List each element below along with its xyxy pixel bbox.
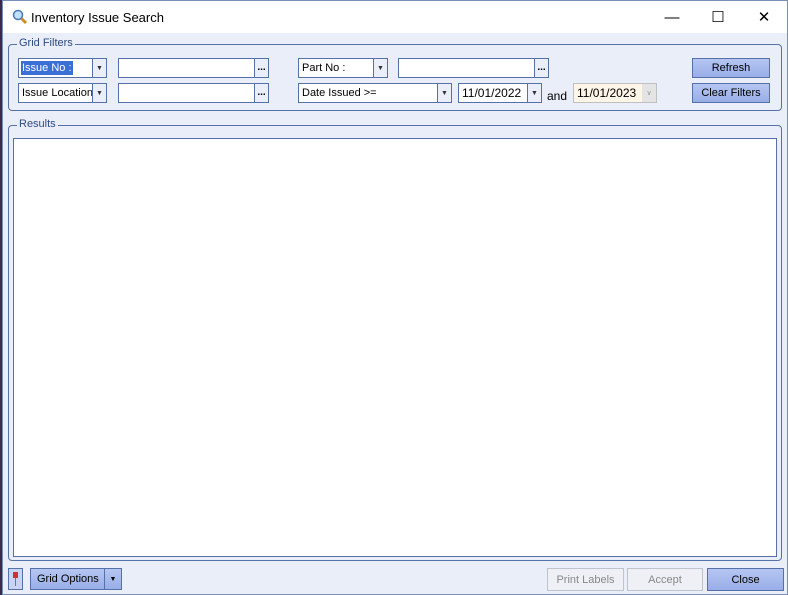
and-label: and: [547, 89, 568, 103]
filter-value-3-input[interactable]: ...: [398, 58, 549, 78]
chevron-down-icon[interactable]: ▼: [92, 84, 106, 102]
pin-icon[interactable]: [8, 568, 23, 590]
filter-value-1-input[interactable]: ...: [118, 58, 269, 78]
accept-button[interactable]: Accept: [627, 568, 703, 591]
clear-filters-button[interactable]: Clear Filters: [692, 83, 770, 103]
filter-field-2-select[interactable]: Issue Location ▼: [18, 83, 107, 103]
chevron-down-icon[interactable]: ▼: [104, 569, 121, 589]
dialog-window: Inventory Issue Search — ☐ ✕ Grid Filter…: [2, 0, 788, 595]
results-group: Results: [8, 118, 782, 561]
filter-field-4-select[interactable]: Date Issued >= ▼: [298, 83, 452, 103]
maximize-button[interactable]: ☐: [695, 1, 741, 33]
refresh-button[interactable]: Refresh: [692, 58, 770, 78]
minimize-button[interactable]: —: [649, 1, 695, 33]
print-labels-button[interactable]: Print Labels: [547, 568, 624, 591]
chevron-down-icon[interactable]: ▼: [373, 59, 387, 77]
date-from-picker[interactable]: 11/01/2022 ▼: [458, 83, 542, 103]
date-to-picker[interactable]: 11/01/2023 ∨: [573, 83, 657, 103]
chevron-down-icon[interactable]: ▼: [527, 84, 541, 102]
filter-field-3-select[interactable]: Part No : ▼: [298, 58, 388, 78]
chevron-down-icon[interactable]: ▼: [92, 59, 106, 77]
ellipsis-button[interactable]: ...: [534, 59, 548, 77]
close-window-button[interactable]: ✕: [741, 1, 787, 33]
search-icon: [12, 9, 28, 25]
grid-filters-label: Grid Filters: [17, 37, 75, 49]
title-bar: Inventory Issue Search — ☐ ✕: [3, 1, 787, 33]
chevron-down-icon[interactable]: ∨: [642, 84, 656, 102]
close-button[interactable]: Close: [707, 568, 784, 591]
chevron-down-icon[interactable]: ▼: [437, 84, 451, 102]
window-title: Inventory Issue Search: [31, 10, 164, 25]
ellipsis-button[interactable]: ...: [254, 84, 268, 102]
results-label: Results: [17, 118, 58, 130]
ellipsis-button[interactable]: ...: [254, 59, 268, 77]
filter-field-1-select[interactable]: Issue No : ▼: [18, 58, 107, 78]
results-grid[interactable]: [13, 138, 777, 557]
grid-options-button[interactable]: Grid Options ▼: [30, 568, 122, 590]
filter-value-2-input[interactable]: ...: [118, 83, 269, 103]
